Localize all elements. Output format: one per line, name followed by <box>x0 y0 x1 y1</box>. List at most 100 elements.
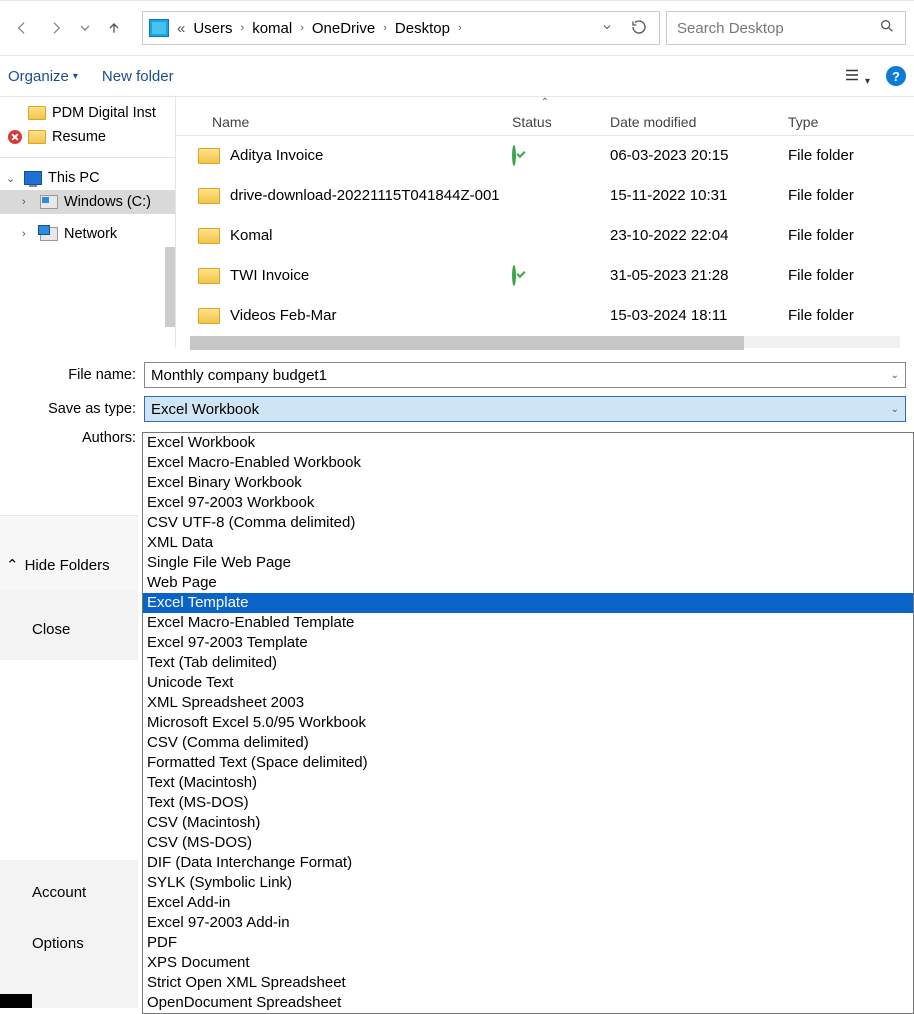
save-type-option[interactable]: Excel Binary Workbook <box>143 473 913 493</box>
chevron-up-icon: ⌃ <box>6 556 19 574</box>
new-folder-button[interactable]: New folder <box>102 68 174 85</box>
save-type-option[interactable]: DIF (Data Interchange Format) <box>143 853 913 873</box>
account-button[interactable]: Account <box>32 884 86 901</box>
column-header-type[interactable]: Type <box>788 114 914 130</box>
file-row[interactable]: TWI Invoice31-05-2023 21:28File folder <box>176 256 914 296</box>
refresh-button[interactable] <box>631 19 647 38</box>
save-type-option[interactable]: Text (Macintosh) <box>143 773 913 793</box>
pc-icon <box>24 171 42 185</box>
file-name: drive-download-20221115T041844Z-001 <box>230 187 500 204</box>
save-type-option[interactable]: Excel 97-2003 Template <box>143 633 913 653</box>
sync-ok-icon <box>512 265 516 286</box>
sync-error-icon <box>8 130 22 144</box>
breadcrumb-item[interactable]: OneDrive <box>308 18 379 39</box>
sidebar-this-pc[interactable]: ⌄ This PC <box>0 166 175 190</box>
save-type-option[interactable]: CSV (Comma delimited) <box>143 733 913 753</box>
hide-folders-button[interactable]: ⌃Hide Folders <box>0 556 110 574</box>
save-type-option[interactable]: Unicode Text <box>143 673 913 693</box>
organize-button[interactable]: Organize ▾ <box>8 68 78 85</box>
dropdown-icon[interactable]: ⌄ <box>891 370 899 381</box>
view-options-button[interactable]: ▾ <box>843 66 870 87</box>
recent-locations-dropdown[interactable] <box>76 14 94 42</box>
folder-icon <box>198 188 220 204</box>
save-type-dropdown-list[interactable]: Excel WorkbookExcel Macro-Enabled Workbo… <box>142 432 914 1014</box>
search-input[interactable]: Search Desktop <box>666 11 906 45</box>
horizontal-scrollbar[interactable] <box>190 336 900 348</box>
save-type-option[interactable]: Web Page <box>143 573 913 593</box>
file-row[interactable]: Komal23-10-2022 22:04File folder <box>176 216 914 256</box>
folder-icon <box>198 148 220 164</box>
sidebar-network-item[interactable]: › Network <box>0 222 175 246</box>
address-dropdown-icon[interactable] <box>601 21 613 36</box>
breadcrumb-item[interactable]: Desktop <box>391 18 454 39</box>
save-type-option[interactable]: CSV (Macintosh) <box>143 813 913 833</box>
save-type-option[interactable]: Excel Add-in <box>143 893 913 913</box>
breadcrumb-item[interactable]: Users <box>189 18 236 39</box>
column-header-date[interactable]: Date modified <box>610 114 788 130</box>
expand-icon[interactable]: › <box>22 228 34 240</box>
drive-icon <box>40 195 58 209</box>
save-type-option[interactable]: SYLK (Symbolic Link) <box>143 873 913 893</box>
file-row[interactable]: Videos Feb-Mar 15-03-2024 18:11File folde… <box>176 296 914 336</box>
save-type-option[interactable]: CSV (MS-DOS) <box>143 833 913 853</box>
sidebar-drive-item[interactable]: › Windows (C:) <box>0 190 175 214</box>
forward-button[interactable] <box>42 14 70 42</box>
toolbar: Organize ▾ New folder ▾ ? <box>0 56 914 96</box>
save-type-option[interactable]: XPS Document <box>143 953 913 973</box>
sidebar-folder-item[interactable]: Resume <box>0 125 175 149</box>
save-type-select[interactable]: Excel Workbook ⌄ <box>144 396 906 422</box>
save-type-option[interactable]: XML Spreadsheet 2003 <box>143 693 913 713</box>
address-bar[interactable]: « Users› komal› OneDrive› Desktop› <box>142 11 660 45</box>
sidebar-folder-item[interactable]: PDM Digital Inst <box>0 101 175 125</box>
save-type-option[interactable]: Excel 97-2003 Add-in <box>143 913 913 933</box>
sort-indicator-icon: ⌃ <box>176 97 914 109</box>
save-type-option[interactable]: Excel Macro-Enabled Workbook <box>143 453 913 473</box>
up-button[interactable] <box>100 14 128 42</box>
authors-label: Authors: <box>8 430 144 446</box>
save-type-option[interactable]: Formatted Text (Space delimited) <box>143 753 913 773</box>
folder-icon <box>28 130 46 144</box>
file-name-input[interactable]: Monthly company budget1 ⌄ <box>144 362 906 388</box>
file-type: File folder <box>788 147 914 164</box>
column-header-status[interactable]: Status <box>512 114 610 130</box>
folder-icon <box>198 268 220 284</box>
breadcrumb-item[interactable]: komal <box>248 18 296 39</box>
expand-icon[interactable]: ⌄ <box>6 172 18 185</box>
file-date: 31-05-2023 21:28 <box>610 267 788 284</box>
sidebar-label: PDM Digital Inst <box>52 105 156 121</box>
file-type: File folder <box>788 307 914 324</box>
file-type: File folder <box>788 267 914 284</box>
file-row[interactable]: drive-download-20221115T041844Z-00115-11… <box>176 176 914 216</box>
file-name: Komal <box>230 227 273 244</box>
dropdown-icon[interactable]: ⌄ <box>891 404 899 415</box>
folder-icon <box>198 308 220 324</box>
save-type-option[interactable]: Strict Open XML Spreadsheet <box>143 973 913 993</box>
save-type-option[interactable]: Excel Template <box>143 593 913 613</box>
save-type-option[interactable]: Microsoft Excel 5.0/95 Workbook <box>143 713 913 733</box>
options-button[interactable]: Options <box>32 935 84 952</box>
navigation-bar: « Users› komal› OneDrive› Desktop› Searc… <box>0 0 914 56</box>
expand-icon[interactable]: › <box>22 196 34 208</box>
save-type-option[interactable]: OpenDocument Spreadsheet <box>143 993 913 1013</box>
save-type-option[interactable]: Single File Web Page <box>143 553 913 573</box>
save-type-option[interactable]: Text (MS-DOS) <box>143 793 913 813</box>
file-row[interactable]: Aditya Invoice06-03-2023 20:15File folde… <box>176 136 914 176</box>
navigation-sidebar: PDM Digital Inst Resume ⌄ This PC › Wind… <box>0 97 176 348</box>
help-button[interactable]: ? <box>886 66 906 86</box>
file-date: 15-03-2024 18:11 <box>610 307 788 324</box>
sidebar-scrollbar[interactable] <box>165 247 175 327</box>
save-type-option[interactable]: PDF <box>143 933 913 953</box>
column-header-name[interactable]: Name <box>176 114 512 130</box>
back-button[interactable] <box>8 14 36 42</box>
save-type-option[interactable]: Excel Workbook <box>143 433 913 453</box>
close-button[interactable]: Close <box>32 621 70 638</box>
save-type-option[interactable]: CSV UTF-8 (Comma delimited) <box>143 513 913 533</box>
location-icon <box>149 19 169 37</box>
save-type-option[interactable]: XML Data <box>143 533 913 553</box>
save-type-option[interactable]: Excel 97-2003 Workbook <box>143 493 913 513</box>
column-headers: Name Status Date modified Type <box>176 109 914 135</box>
save-type-label: Save as type: <box>8 401 144 417</box>
save-type-option[interactable]: Excel Macro-Enabled Template <box>143 613 913 633</box>
save-type-option[interactable]: Text (Tab delimited) <box>143 653 913 673</box>
file-name: Videos Feb-Mar <box>230 307 336 324</box>
